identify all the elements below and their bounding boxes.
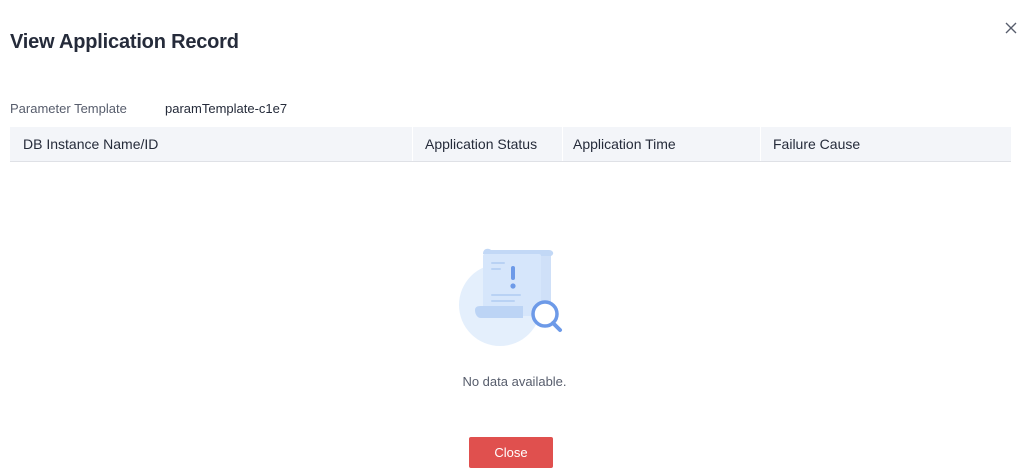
column-header-failure-cause[interactable]: Failure Cause <box>760 127 1011 161</box>
column-header-application-status[interactable]: Application Status <box>412 127 562 161</box>
column-header-application-time[interactable]: Application Time <box>560 127 760 161</box>
column-header-db-instance[interactable]: DB Instance Name/ID <box>10 127 412 161</box>
no-data-search-icon <box>453 244 573 348</box>
parameter-template-value: paramTemplate-c1e7 <box>165 101 288 116</box>
close-button[interactable]: Close <box>469 437 553 468</box>
table-header: DB Instance Name/ID Application Status A… <box>10 127 1011 162</box>
close-icon-glyph <box>1005 22 1017 34</box>
parameter-template-row: Parameter Template paramTemplate-c1e7 <box>10 101 287 116</box>
dialog-title: View Application Record <box>10 31 239 53</box>
empty-state-text: No data available. <box>462 374 567 389</box>
close-icon[interactable] <box>1003 20 1019 36</box>
view-application-record-dialog: View Application Record Parameter Templa… <box>0 0 1029 468</box>
parameter-template-label: Parameter Template <box>10 101 127 116</box>
